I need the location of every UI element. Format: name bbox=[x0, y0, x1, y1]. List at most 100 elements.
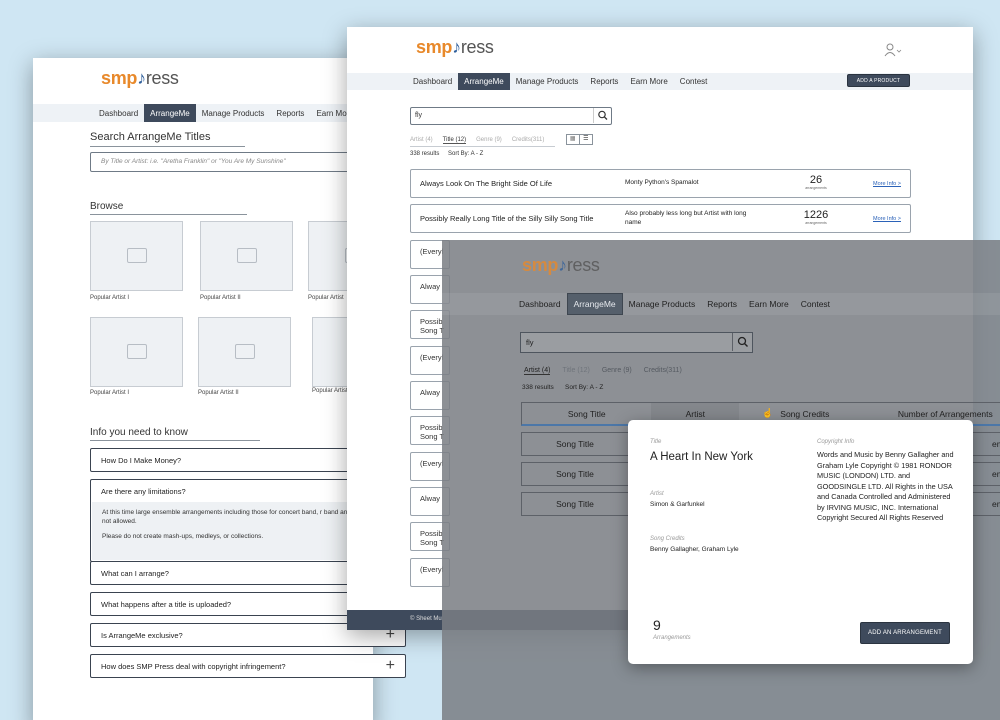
nav-contest[interactable]: Contest bbox=[674, 73, 714, 90]
song-credits: Benny Gallagher, Graham Lyle bbox=[650, 546, 739, 553]
artist-caption[interactable]: Popular Artist II bbox=[200, 295, 241, 301]
nav-manage-products[interactable]: Manage Products bbox=[623, 293, 702, 315]
nav-reports[interactable]: Reports bbox=[701, 293, 743, 315]
song-title: Possibly Really Long Title of the Silly … bbox=[420, 214, 594, 223]
cell-song-title: Song Title bbox=[556, 499, 594, 509]
search-heading-rule bbox=[90, 146, 245, 147]
cell-song-title: Song Title bbox=[556, 439, 594, 449]
count-value: 1226 bbox=[803, 209, 829, 221]
arrangement-count: 26 arrangements bbox=[796, 174, 836, 190]
tab-artist[interactable]: Artist (4) bbox=[524, 367, 551, 375]
logo-press: ress bbox=[460, 37, 494, 57]
expand-plus-icon[interactable]: + bbox=[386, 657, 395, 675]
search-value: fly bbox=[526, 338, 534, 347]
nav-arrangeme[interactable]: ArrangeMe bbox=[458, 73, 510, 90]
count-unit: arrangements bbox=[805, 221, 827, 225]
artist-thumbnail[interactable] bbox=[90, 221, 183, 291]
tab-title[interactable]: Title (12) bbox=[562, 367, 589, 375]
note-icon: ♪ bbox=[137, 68, 146, 88]
results-count: 338 results bbox=[522, 384, 554, 391]
nav-reports[interactable]: Reports bbox=[270, 104, 310, 122]
arrangement-count: 1226 arrangements bbox=[796, 209, 836, 225]
col-song-credits[interactable]: Song Credits bbox=[739, 409, 870, 419]
logo-press: ress bbox=[566, 255, 600, 275]
artist-caption[interactable]: Popular Artist II bbox=[198, 390, 239, 396]
more-info-link[interactable]: More Info > bbox=[873, 181, 901, 187]
arrangeme-landing-page: smp♪ress Dashboard ArrangeMe Manage Prod… bbox=[33, 58, 373, 720]
note-icon: ♪ bbox=[452, 37, 461, 57]
result-row[interactable]: Always Look On The Bright Side Of Life M… bbox=[410, 169, 911, 198]
artist-caption[interactable]: Popular Artist I bbox=[90, 295, 129, 301]
filter-tabs: Artist (4) Title (12) Genre (9) Credits(… bbox=[410, 137, 544, 144]
results-count: 338 results bbox=[410, 151, 440, 157]
tab-title[interactable]: Title (12) bbox=[442, 137, 467, 144]
image-icon bbox=[234, 344, 255, 359]
title-search-input[interactable]: By Title or Artist: i.e. "Aretha Frankli… bbox=[90, 152, 373, 172]
user-account-icon[interactable] bbox=[884, 43, 902, 57]
artist-thumbnail[interactable] bbox=[198, 317, 291, 387]
smp-press-logo[interactable]: smp♪ress bbox=[522, 255, 600, 276]
artist-name: Also probably less long but Artist with … bbox=[625, 210, 747, 226]
search-heading: Search ArrangeMe Titles bbox=[90, 131, 211, 143]
copyright-label: Copyright Info bbox=[817, 439, 855, 445]
note-icon: ♪ bbox=[558, 255, 567, 275]
browse-heading-rule bbox=[90, 214, 247, 215]
song-title: Always Look On The Bright Side Of Life bbox=[420, 179, 553, 188]
nav-manage-products[interactable]: Manage Products bbox=[510, 73, 585, 90]
search-icon[interactable] bbox=[732, 333, 752, 351]
smp-press-logo[interactable]: smp♪ress bbox=[416, 37, 494, 58]
nav-contest[interactable]: Contest bbox=[795, 293, 836, 315]
tab-genre[interactable]: Genre (9) bbox=[602, 367, 632, 375]
main-nav: Dashboard ArrangeMe Manage Products Repo… bbox=[33, 104, 373, 122]
song-title: A Heart In New York bbox=[650, 451, 753, 463]
main-nav: Dashboard ArrangeMe Manage Products Repo… bbox=[442, 293, 1000, 315]
col-arrangements[interactable]: Number of Arrangements bbox=[871, 409, 1000, 419]
logo-smp: smp bbox=[101, 68, 138, 88]
grid-view-icon[interactable]: ▦ bbox=[567, 135, 580, 144]
nav-arrangeme[interactable]: ArrangeMe bbox=[144, 104, 196, 122]
nav-dashboard[interactable]: Dashboard bbox=[513, 293, 567, 315]
tab-genre[interactable]: Genre (9) bbox=[476, 137, 502, 144]
view-toggle: ▦ ☰ bbox=[566, 134, 593, 145]
cell-arrangements: ements bbox=[992, 439, 1000, 449]
faq-question: How Do I Make Money? bbox=[101, 455, 182, 465]
artist-label: Artist bbox=[650, 491, 664, 497]
search-input[interactable]: fly bbox=[520, 332, 753, 353]
artist-thumbnail[interactable] bbox=[90, 317, 183, 387]
add-arrangement-button[interactable]: ADD AN ARRANGEMENT bbox=[860, 622, 950, 644]
artist-caption[interactable]: Popular Artist bbox=[312, 388, 348, 394]
nav-dashboard[interactable]: Dashboard bbox=[407, 73, 458, 90]
faq-question: How does SMP Press deal with copyright i… bbox=[101, 661, 286, 671]
smp-press-logo[interactable]: smp♪ress bbox=[101, 68, 179, 89]
sort-by[interactable]: Sort By: A - Z bbox=[448, 151, 483, 157]
artist-caption[interactable]: Popular Artist I bbox=[90, 390, 129, 396]
nav-earn-more[interactable]: Earn More bbox=[624, 73, 673, 90]
nav-arrangeme[interactable]: ArrangeMe bbox=[566, 293, 623, 315]
faq-item[interactable]: How does SMP Press deal with copyright i… bbox=[90, 654, 406, 678]
tab-artist[interactable]: Artist (4) bbox=[410, 137, 433, 144]
list-view-icon[interactable]: ☰ bbox=[580, 135, 592, 144]
nav-reports[interactable]: Reports bbox=[584, 73, 624, 90]
artist-name: Monty Python's Spamalot bbox=[625, 179, 699, 187]
tab-credits[interactable]: Credits(311) bbox=[512, 137, 545, 144]
result-row[interactable]: Possibly Really Long Title of the Silly … bbox=[410, 204, 911, 233]
artist-caption[interactable]: Popular Artist bbox=[308, 295, 344, 301]
search-placeholder: By Title or Artist: i.e. "Aretha Frankli… bbox=[101, 158, 286, 165]
cursor-hand-icon: ☝ bbox=[762, 408, 774, 418]
sort-by[interactable]: Sort By: A - Z bbox=[565, 384, 603, 391]
tabs-underline bbox=[410, 146, 555, 147]
col-song-title[interactable]: Song Title bbox=[522, 409, 651, 419]
count-unit: arrangements bbox=[805, 186, 827, 190]
search-icon[interactable] bbox=[593, 108, 611, 123]
nav-earn-more[interactable]: Earn More bbox=[743, 293, 795, 315]
filter-tabs: Artist (4) Title (12) Genre (9) Credits(… bbox=[524, 367, 682, 375]
more-info-link[interactable]: More Info > bbox=[873, 216, 901, 222]
search-input[interactable]: fly bbox=[410, 107, 612, 125]
artist-thumbnail[interactable] bbox=[200, 221, 293, 291]
credits-label: Song Credits bbox=[650, 536, 685, 542]
nav-manage-products[interactable]: Manage Products bbox=[196, 104, 271, 122]
add-product-button[interactable]: ADD A PRODUCT bbox=[847, 74, 910, 87]
nav-dashboard[interactable]: Dashboard bbox=[93, 104, 144, 122]
count-value: 26 bbox=[809, 174, 823, 186]
tab-credits[interactable]: Credits(311) bbox=[644, 367, 682, 375]
